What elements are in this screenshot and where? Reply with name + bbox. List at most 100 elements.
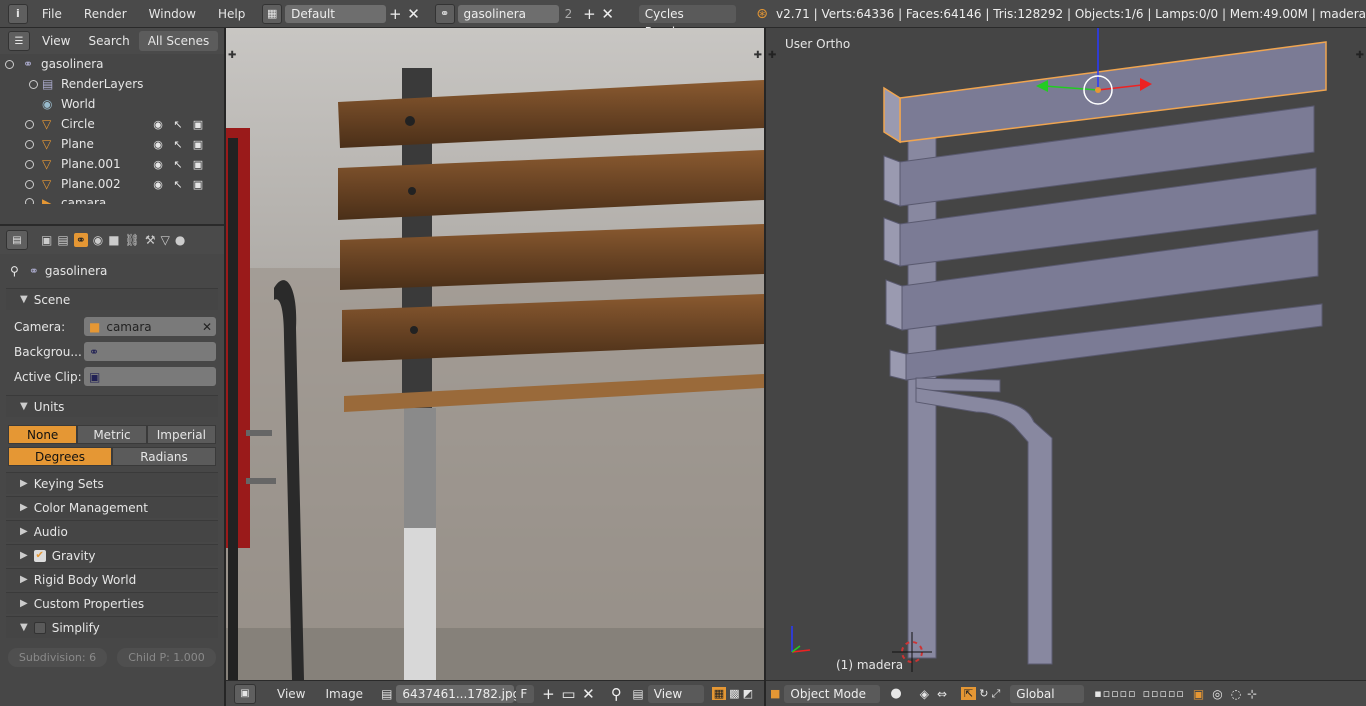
panel-simplify-header[interactable]: ▼ Simplify: [6, 616, 218, 638]
panel-rigid-body-world-header[interactable]: ▶ Rigid Body World: [6, 568, 218, 590]
outliner-row-plane-001[interactable]: ▽ Plane.001 ◉ ↖ ▣: [0, 154, 224, 174]
unit-none-button[interactable]: None: [8, 425, 78, 444]
pin-icon[interactable]: ⚲: [10, 264, 19, 278]
render-layers-tab-icon[interactable]: ▤: [57, 233, 68, 247]
camera-render-icon[interactable]: ▣: [190, 118, 206, 131]
area-split-widget-icon[interactable]: ✚: [768, 50, 776, 61]
scene-tab-icon[interactable]: ⚭: [73, 233, 88, 247]
editor-type-outliner-button[interactable]: ☰: [8, 31, 30, 51]
active-clip-field[interactable]: ▣: [84, 367, 216, 386]
image-menu-image[interactable]: Image: [325, 687, 363, 701]
cursor-icon[interactable]: ↖: [170, 138, 186, 151]
camera-render-icon[interactable]: ▣: [190, 138, 206, 151]
eye-icon[interactable]: ◉: [150, 138, 166, 151]
image-browse-icon[interactable]: ▤: [381, 687, 392, 701]
data-tab-icon[interactable]: ▽: [161, 233, 170, 247]
open-image-icon[interactable]: ▭: [560, 685, 576, 703]
snap-icon[interactable]: ⊹: [1247, 687, 1257, 701]
panel-audio-header[interactable]: ▶ Audio: [6, 520, 218, 542]
menu-file[interactable]: File: [42, 7, 62, 21]
outliner-row-scene[interactable]: ⚭ gasolinera: [0, 54, 224, 74]
screen-layout-button[interactable]: ▦: [262, 3, 283, 24]
view-mode-select[interactable]: View: [647, 684, 704, 703]
simplify-checkbox[interactable]: [33, 621, 46, 634]
outliner-row-world[interactable]: ◉ World: [0, 94, 224, 114]
panel-units-header[interactable]: ▼ Units: [6, 395, 218, 417]
unit-metric-button[interactable]: Metric: [77, 425, 147, 444]
remove-scene-icon[interactable]: ✕: [601, 5, 615, 23]
new-image-icon[interactable]: +: [540, 685, 556, 703]
transform-orientation-select[interactable]: Global: [1010, 684, 1085, 703]
unit-imperial-button[interactable]: Imperial: [146, 425, 216, 444]
layers-grid-icon[interactable]: ▪▫▫▫▫: [1094, 687, 1136, 700]
collapse-icon[interactable]: [5, 59, 14, 69]
eye-icon[interactable]: ◉: [150, 178, 166, 191]
outliner-row-plane-002[interactable]: ▽ Plane.002 ◉ ↖ ▣: [0, 174, 224, 194]
material-tab-icon[interactable]: ●: [175, 233, 185, 247]
camera-render-icon[interactable]: ▣: [190, 158, 206, 171]
panel-keying-sets-header[interactable]: ▶ Keying Sets: [6, 472, 218, 494]
add-layout-icon[interactable]: +: [388, 5, 402, 23]
cursor-icon[interactable]: ↖: [170, 178, 186, 191]
outliner-tab-view[interactable]: View: [33, 34, 79, 48]
expand-icon[interactable]: [25, 179, 34, 189]
3d-viewport[interactable]: User Ortho (1) madera ✚ ✚: [766, 28, 1366, 680]
proportional-editing-icon[interactable]: ◌: [1231, 687, 1241, 701]
outliner-row-plane[interactable]: ▽ Plane ◉ ↖ ▣: [0, 134, 224, 154]
radians-button[interactable]: Radians: [112, 447, 216, 466]
area-split-widget-icon[interactable]: ✚: [1356, 50, 1364, 61]
viewport-shading-icon[interactable]: ●: [890, 686, 901, 701]
expand-icon[interactable]: [25, 159, 34, 169]
child-particles-field[interactable]: Child P: 1.000: [117, 648, 216, 667]
area-split-widget-icon[interactable]: ✚: [754, 50, 762, 61]
menu-render[interactable]: Render: [84, 7, 127, 21]
world-tab-icon[interactable]: ◉: [93, 233, 103, 247]
clear-icon[interactable]: ✕: [202, 320, 212, 334]
image-editor-canvas[interactable]: ✚ ✚: [226, 28, 764, 706]
expand-icon[interactable]: [29, 79, 38, 89]
fake-user-toggle[interactable]: F: [516, 684, 535, 703]
camera-render-icon[interactable]: ▣: [190, 178, 206, 191]
expand-icon[interactable]: [25, 139, 34, 149]
layers-grid-icon[interactable]: ▫▫▫▫▫: [1143, 687, 1185, 700]
panel-gravity-header[interactable]: ▶ ✔ Gravity: [6, 544, 218, 566]
cursor-icon[interactable]: ↖: [170, 158, 186, 171]
image-name-field[interactable]: 6437461...1782.jpg: [396, 684, 520, 703]
outliner-display-mode[interactable]: All Scenes: [138, 31, 219, 51]
outliner-row-renderlayers[interactable]: ▤ RenderLayers: [0, 74, 224, 94]
degrees-button[interactable]: Degrees: [8, 447, 112, 466]
constraints-tab-icon[interactable]: ⛓: [125, 233, 140, 247]
image-menu-view[interactable]: View: [277, 687, 305, 701]
pin-icon[interactable]: ⚲: [608, 685, 624, 703]
translate-manipulator-icon[interactable]: ⇱: [961, 687, 977, 700]
render-preview-icon[interactable]: ◎: [1212, 687, 1222, 701]
outliner-row-circle[interactable]: ▽ Circle ◉ ↖ ▣: [0, 114, 224, 134]
screen-layout-field[interactable]: Default: [285, 4, 387, 23]
render-tab-icon[interactable]: ▣: [41, 233, 52, 247]
object-tab-icon[interactable]: ■: [108, 233, 119, 247]
panel-color-management-header[interactable]: ▶ Color Management: [6, 496, 218, 518]
manipulator-toggle-icon[interactable]: ⇔: [937, 687, 947, 701]
interaction-mode-select[interactable]: Object Mode: [784, 684, 881, 703]
expand-icon[interactable]: [25, 119, 34, 129]
remove-layout-icon[interactable]: ✕: [406, 5, 420, 23]
expand-icon[interactable]: [25, 198, 34, 204]
subdivision-field[interactable]: Subdivision: 6: [8, 648, 107, 667]
scene-selector-button[interactable]: ⚭: [434, 3, 455, 24]
editor-type-image-button[interactable]: ▣: [234, 683, 256, 704]
panel-scene-header[interactable]: ▼ Scene: [6, 288, 218, 310]
z-buffer-icon[interactable]: ◩: [743, 687, 753, 700]
alpha-checker-icon[interactable]: ▩: [729, 687, 739, 700]
draw-channels-icon[interactable]: ▦: [711, 687, 727, 700]
outliner-tab-search[interactable]: Search: [79, 34, 138, 48]
rotate-manipulator-icon[interactable]: ↻: [979, 687, 988, 700]
outliner-row-camara[interactable]: ▶ camara: [0, 194, 224, 204]
scale-manipulator-icon[interactable]: ⤢: [991, 687, 1000, 701]
lock-layers-icon[interactable]: ▣: [1193, 687, 1204, 701]
editor-type-properties-button[interactable]: ▤: [6, 230, 28, 250]
display-channels-icon[interactable]: ▤: [632, 687, 643, 701]
area-split-widget-icon[interactable]: ✚: [228, 50, 236, 61]
menu-window[interactable]: Window: [149, 7, 196, 21]
cursor-icon[interactable]: ↖: [170, 118, 186, 131]
menu-help[interactable]: Help: [218, 7, 245, 21]
